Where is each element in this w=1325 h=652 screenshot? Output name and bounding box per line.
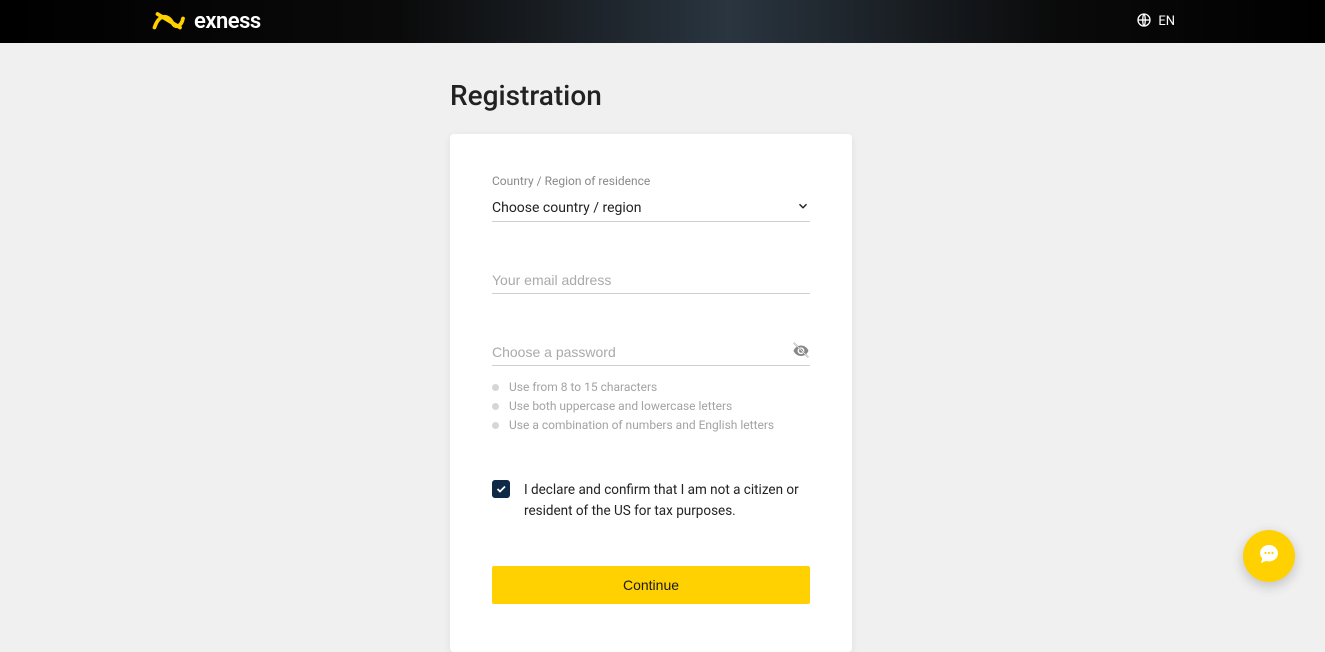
password-hint: Use from 8 to 15 characters <box>492 380 810 394</box>
password-input-wrap <box>492 338 810 366</box>
registration-card: Country / Region of residence Choose cou… <box>450 134 852 652</box>
chat-icon <box>1257 542 1281 570</box>
password-field-group: Use from 8 to 15 characters Use both upp… <box>492 338 810 432</box>
declaration-text: I declare and confirm that I am not a ci… <box>524 480 810 522</box>
email-field-group <box>492 266 810 294</box>
email-field[interactable] <box>492 266 810 293</box>
visibility-off-icon[interactable] <box>792 341 810 363</box>
country-select-value: Choose country / region <box>492 200 796 216</box>
brand-logo[interactable]: exness <box>150 8 261 36</box>
app-header: exness EN <box>0 0 1325 43</box>
password-hints: Use from 8 to 15 characters Use both upp… <box>492 380 810 432</box>
language-switcher[interactable]: EN <box>1136 12 1175 32</box>
chat-button[interactable] <box>1243 530 1295 582</box>
password-hint: Use both uppercase and lowercase letters <box>492 399 810 413</box>
password-hint: Use a combination of numbers and English… <box>492 418 810 432</box>
country-select[interactable]: Choose country / region <box>492 194 810 222</box>
brand-name: exness <box>194 9 261 34</box>
country-label: Country / Region of residence <box>492 174 810 188</box>
email-input-wrap <box>492 266 810 294</box>
declaration-row: I declare and confirm that I am not a ci… <box>492 480 810 522</box>
password-field[interactable] <box>492 338 792 365</box>
logo-mark-icon <box>150 8 186 36</box>
country-field-group: Country / Region of residence Choose cou… <box>492 174 810 222</box>
globe-icon <box>1136 12 1152 32</box>
declaration-checkbox[interactable] <box>492 480 510 498</box>
language-label: EN <box>1158 14 1175 29</box>
page-title: Registration <box>450 79 1325 112</box>
continue-button[interactable]: Continue <box>492 566 810 604</box>
chevron-down-icon <box>796 198 810 217</box>
